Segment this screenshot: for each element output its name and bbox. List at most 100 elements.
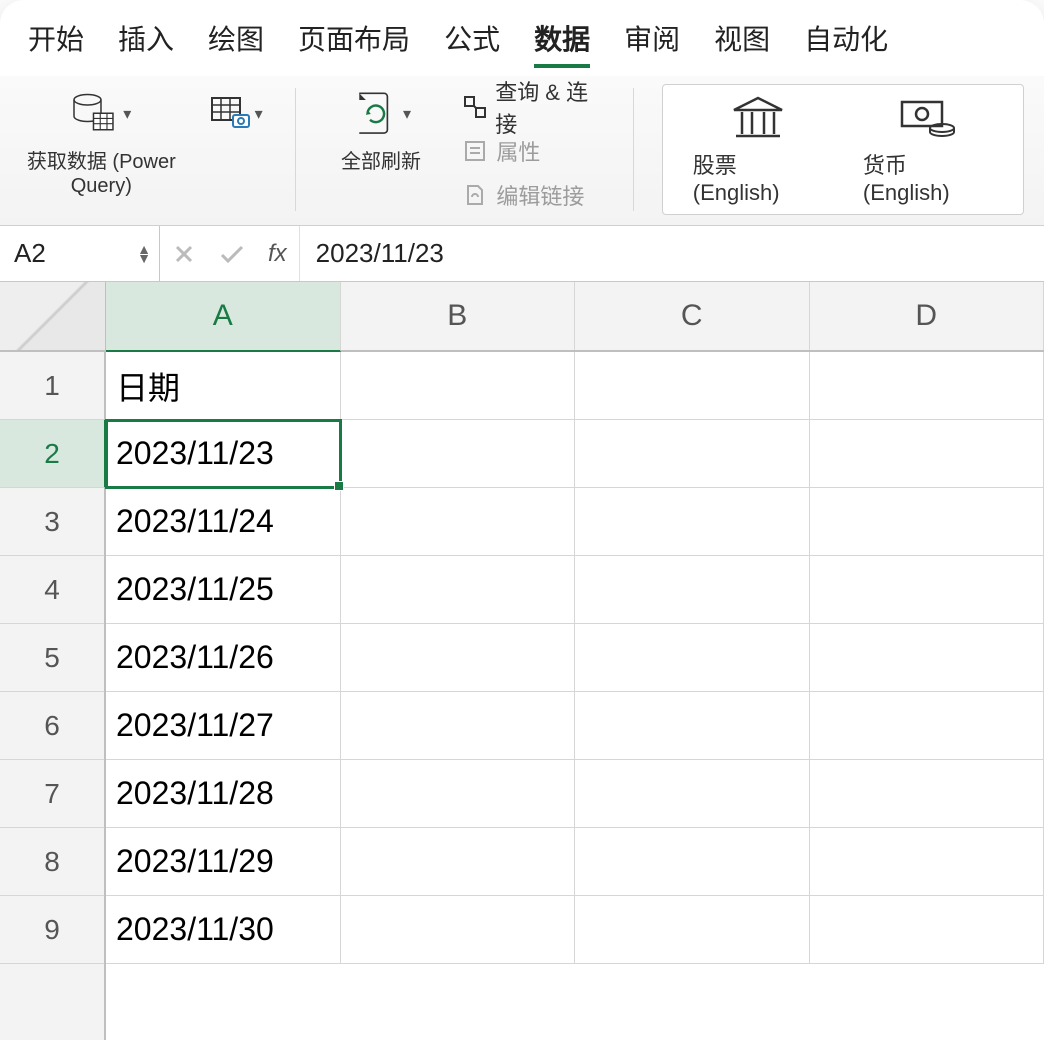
edit-links-button: 编辑链接	[462, 176, 604, 214]
cell-C1[interactable]	[575, 352, 810, 420]
cell-D4[interactable]	[810, 556, 1044, 624]
cell-A3[interactable]: 2023/11/24	[106, 488, 341, 556]
cell-B6[interactable]	[341, 692, 576, 760]
row-header-8[interactable]: 8	[0, 828, 104, 896]
cell-C5[interactable]	[575, 624, 810, 692]
cell-A7[interactable]: 2023/11/28	[106, 760, 341, 828]
currencies-data-type-button[interactable]: 货币 (English)	[863, 94, 993, 206]
from-picture-button[interactable]: ▾	[207, 84, 267, 215]
cell-B4[interactable]	[341, 556, 576, 624]
tab-draw[interactable]: 绘图	[208, 18, 264, 68]
tab-insert[interactable]: 插入	[118, 18, 174, 68]
cell-D3[interactable]	[810, 488, 1044, 556]
grid-row: 2023/11/28	[106, 760, 1044, 828]
cell-C7[interactable]	[575, 760, 810, 828]
cell-A8[interactable]: 2023/11/29	[106, 828, 341, 896]
cells-area[interactable]: 日期2023/11/232023/11/242023/11/252023/11/…	[106, 352, 1044, 1040]
tab-formulas[interactable]: 公式	[444, 18, 500, 68]
cell-B7[interactable]	[341, 760, 576, 828]
cell-D6[interactable]	[810, 692, 1044, 760]
row-header-4[interactable]: 4	[0, 556, 104, 624]
name-box[interactable]: A2 ▲▼	[0, 226, 160, 281]
fx-label[interactable]: fx	[256, 226, 300, 281]
tab-data[interactable]: 数据	[534, 18, 590, 68]
bank-icon	[728, 94, 788, 142]
tab-review[interactable]: 审阅	[624, 18, 680, 68]
cell-B8[interactable]	[341, 828, 576, 896]
refresh-icon: ▾	[351, 84, 411, 144]
cell-D9[interactable]	[810, 896, 1044, 964]
cell-B3[interactable]	[341, 488, 576, 556]
refresh-all-button[interactable]: ▾ 全部刷新	[324, 84, 439, 215]
cell-C3[interactable]	[575, 488, 810, 556]
grid-row: 2023/11/25	[106, 556, 1044, 624]
grid-row: 2023/11/29	[106, 828, 1044, 896]
tab-home[interactable]: 开始	[28, 18, 84, 68]
ribbon-toolbar: ▾ 获取数据 (Power Query) ▾	[0, 76, 1044, 226]
cell-B2[interactable]	[341, 420, 576, 488]
row-header-5[interactable]: 5	[0, 624, 104, 692]
cell-C9[interactable]	[575, 896, 810, 964]
tab-page-layout[interactable]: 页面布局	[298, 18, 410, 68]
column-header-A[interactable]: A	[106, 282, 341, 352]
chevron-down-icon: ▾	[403, 104, 411, 124]
cell-C6[interactable]	[575, 692, 810, 760]
cell-A2[interactable]: 2023/11/23	[106, 420, 341, 488]
cell-C4[interactable]	[575, 556, 810, 624]
row-header-7[interactable]: 7	[0, 760, 104, 828]
row-header-9[interactable]: 9	[0, 896, 104, 964]
data-types-group: 股票 (English) 货币 (English)	[662, 84, 1024, 215]
formula-input[interactable]: 2023/11/23	[300, 238, 1044, 269]
cell-A1[interactable]: 日期	[106, 352, 341, 420]
select-all-corner[interactable]	[0, 282, 106, 352]
row-header-1[interactable]: 1	[0, 352, 104, 420]
cell-C8[interactable]	[575, 828, 810, 896]
grid-row: 2023/11/27	[106, 692, 1044, 760]
refresh-all-label: 全部刷新	[341, 150, 421, 174]
chevron-down-icon: ▾	[123, 104, 131, 124]
row-header-6[interactable]: 6	[0, 692, 104, 760]
cancel-formula-button[interactable]	[160, 226, 208, 281]
grid-row: 2023/11/23	[106, 420, 1044, 488]
row-header-2[interactable]: 2	[0, 420, 106, 488]
cell-D8[interactable]	[810, 828, 1044, 896]
cell-D1[interactable]	[810, 352, 1044, 420]
queries-connections-button[interactable]: 查询 & 连接	[462, 88, 604, 126]
cell-A6[interactable]: 2023/11/27	[106, 692, 341, 760]
cell-D2[interactable]	[810, 420, 1044, 488]
cell-A9[interactable]: 2023/11/30	[106, 896, 341, 964]
grid-row: 2023/11/24	[106, 488, 1044, 556]
cell-B1[interactable]	[341, 352, 576, 420]
get-data-button[interactable]: ▾ 获取数据 (Power Query)	[20, 84, 183, 215]
cell-D7[interactable]	[810, 760, 1044, 828]
column-header-D[interactable]: D	[810, 282, 1044, 350]
cell-A5[interactable]: 2023/11/26	[106, 624, 341, 692]
tab-automate[interactable]: 自动化	[804, 18, 888, 68]
worksheet-grid[interactable]: ABCD 123456789 日期2023/11/232023/11/24202…	[0, 282, 1044, 1040]
cell-C2[interactable]	[575, 420, 810, 488]
cell-B5[interactable]	[341, 624, 576, 692]
row-header-3[interactable]: 3	[0, 488, 104, 556]
tab-view[interactable]: 视图	[714, 18, 770, 68]
properties-icon	[462, 138, 488, 164]
row-headers: 123456789	[0, 352, 106, 1040]
cell-A4[interactable]: 2023/11/25	[106, 556, 341, 624]
group-divider	[633, 88, 634, 211]
queries-connections-label: 查询 & 连接	[495, 75, 605, 139]
group-divider	[295, 88, 296, 211]
properties-label: 属性	[496, 135, 540, 167]
name-box-spinner[interactable]: ▲▼	[137, 245, 151, 262]
column-header-B[interactable]: B	[341, 282, 576, 350]
ribbon-tabs: 开始 插入 绘图 页面布局 公式 数据 审阅 视图 自动化	[0, 0, 1044, 76]
stocks-data-type-button[interactable]: 股票 (English)	[693, 94, 823, 206]
enter-formula-button[interactable]	[208, 226, 256, 281]
formula-bar: A2 ▲▼ fx 2023/11/23	[0, 226, 1044, 282]
from-picture-icon: ▾	[207, 84, 267, 144]
properties-button: 属性	[462, 132, 604, 170]
cell-D5[interactable]	[810, 624, 1044, 692]
column-header-C[interactable]: C	[575, 282, 810, 350]
grid-row: 2023/11/30	[106, 896, 1044, 964]
cell-B9[interactable]	[341, 896, 576, 964]
edit-links-icon	[462, 182, 488, 208]
grid-row: 2023/11/26	[106, 624, 1044, 692]
